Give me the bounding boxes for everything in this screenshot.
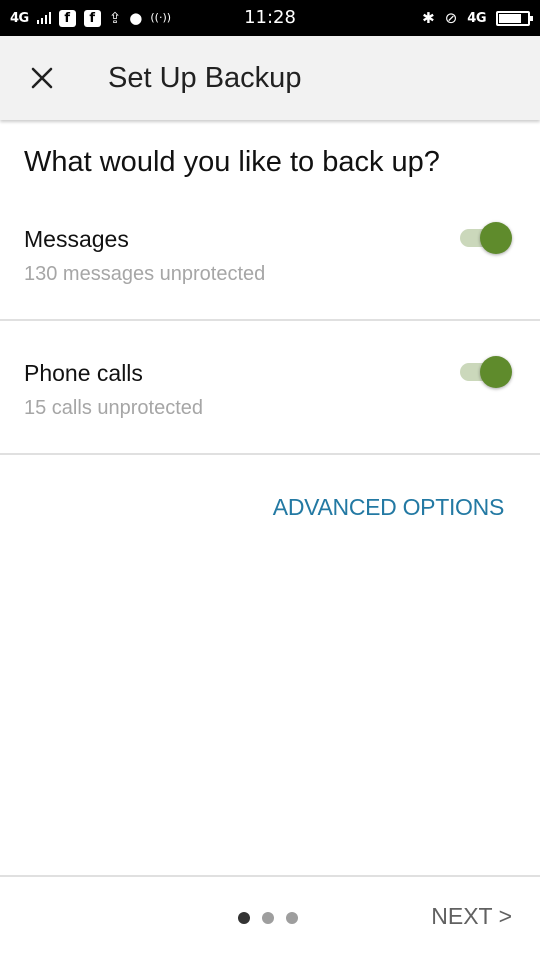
close-icon (31, 67, 53, 89)
bluetooth-icon: ✱ (422, 9, 435, 27)
phone-calls-toggle[interactable] (460, 356, 512, 388)
page-dot (262, 912, 274, 924)
battery-icon (496, 10, 533, 26)
option-subtitle: 15 calls unprotected (24, 397, 204, 419)
screen: 4G f f ⇪ ● ((·)) 11:28 ✱ ⊘ 4G Set Up Bac… (0, 0, 540, 960)
page-dot (286, 912, 298, 924)
next-button[interactable]: NEXT > (431, 903, 512, 930)
option-label: Phone calls (24, 360, 143, 386)
toggle-thumb (480, 222, 512, 254)
section-heading: What would you like to back up? (24, 146, 440, 178)
divider (0, 319, 540, 321)
option-subtitle: 130 messages unprotected (24, 263, 266, 285)
status-bar: 4G f f ⇪ ● ((·)) 11:28 ✱ ⊘ 4G (0, 0, 540, 36)
backup-option-messages[interactable]: Messages 130 messages unprotected (0, 210, 540, 320)
mute-icon: ⊘ (444, 9, 458, 27)
status-right: ✱ ⊘ 4G (422, 0, 533, 36)
advanced-options-button[interactable]: ADVANCED OPTIONS (273, 494, 505, 521)
app-bar: Set Up Backup (0, 36, 540, 120)
backup-option-phone-calls[interactable]: Phone calls 15 calls unprotected (0, 344, 540, 454)
network-type-right: 4G (467, 10, 486, 26)
toggle-thumb (480, 356, 512, 388)
divider (0, 453, 540, 455)
messages-toggle[interactable] (460, 222, 512, 254)
page-indicator (238, 912, 298, 924)
option-label: Messages (24, 226, 129, 252)
close-button[interactable] (22, 58, 62, 98)
footer-divider (0, 875, 540, 877)
page-title: Set Up Backup (108, 62, 302, 94)
page-dot-active (238, 912, 250, 924)
